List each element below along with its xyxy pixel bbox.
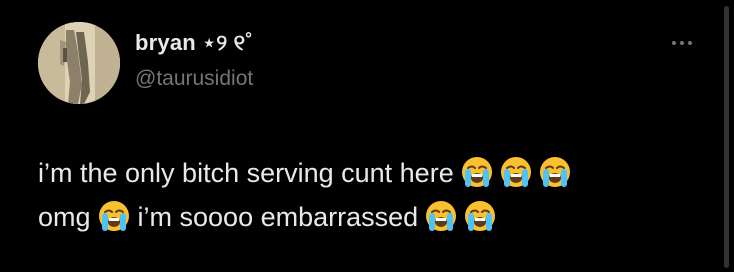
loudly-crying-face-icon bbox=[539, 156, 571, 188]
tweet-text-line-2: omg i’m soooo embarrassed bbox=[38, 195, 718, 239]
loudly-crying-face-icon bbox=[464, 200, 496, 232]
tweet-text-segment: i’m the only bitch serving cunt here bbox=[38, 158, 454, 188]
loudly-crying-face-icon bbox=[461, 156, 493, 188]
loudly-crying-face-icon bbox=[500, 156, 532, 188]
more-options-icon[interactable] bbox=[665, 33, 699, 53]
tweet-text: i’m the only bitch serving cunt here omg… bbox=[38, 151, 718, 239]
loudly-crying-face-icon bbox=[98, 200, 130, 232]
tweet-text-segment: omg bbox=[38, 202, 91, 232]
scrollbar[interactable] bbox=[724, 6, 729, 268]
tweet-text-line-1: i’m the only bitch serving cunt here bbox=[38, 151, 718, 195]
tweet-text-segment: i’m soooo embarrassed bbox=[137, 202, 419, 232]
user-handle[interactable]: @taurusidiot bbox=[135, 67, 253, 91]
avatar[interactable] bbox=[38, 22, 120, 104]
tweet-card: bryan ⋆୨ ୧˚ @taurusidiot i’m the only bi… bbox=[0, 0, 734, 272]
display-name[interactable]: bryan ⋆୨ ୧˚ bbox=[135, 30, 253, 56]
loudly-crying-face-icon bbox=[425, 200, 457, 232]
